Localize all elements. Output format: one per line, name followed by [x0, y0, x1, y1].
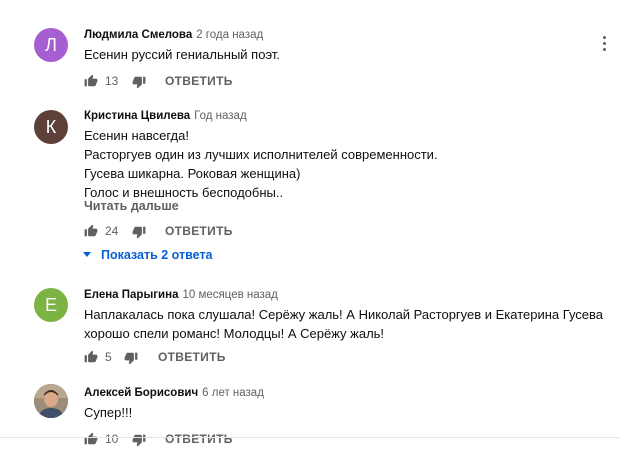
show-replies-button[interactable]: Показать 2 ответа: [83, 248, 213, 262]
dot: [602, 48, 606, 51]
comment-line: Есенин навсегда!: [84, 128, 189, 143]
like-count: 13: [105, 74, 119, 88]
author-name[interactable]: Алексей Борисович: [84, 387, 198, 399]
comment-actions: 24 ОТВЕТИТЬ: [84, 223, 284, 241]
comment-text: Наплакалась пока слушала! Серёжу жаль! А…: [84, 305, 603, 343]
thumbs-up-icon[interactable]: [84, 74, 98, 88]
comment-line: Наплакалась пока слушала! Серёжу жаль! А…: [84, 307, 604, 322]
timestamp[interactable]: Год назад: [194, 110, 247, 122]
comment-text: Есенин навсегда! Расторгуев один из лучш…: [84, 126, 438, 202]
thumbs-up-icon[interactable]: [84, 432, 98, 446]
avatar[interactable]: [34, 384, 68, 418]
caret-down-icon: [83, 252, 91, 258]
thumbs-up-icon[interactable]: [84, 350, 98, 364]
like-count: 10: [105, 432, 119, 446]
comment-header: Алексей Борисович 6 лет назад: [84, 387, 264, 399]
author-name[interactable]: Людмила Смелова: [84, 29, 192, 41]
comment-line: Расторгуев один из лучших исполнителей с…: [84, 147, 438, 162]
timestamp[interactable]: 6 лет назад: [202, 387, 264, 399]
comment-line: хорошо спели романс! Молодцы! А Серёжу ж…: [84, 326, 385, 341]
thumbs-down-icon[interactable]: [132, 225, 146, 239]
avatar[interactable]: К: [34, 110, 68, 144]
thumbs-down-icon[interactable]: [132, 433, 146, 447]
thumbs-down-icon[interactable]: [124, 351, 138, 365]
thumbs-up-icon[interactable]: [84, 224, 98, 238]
reply-button[interactable]: ОТВЕТИТЬ: [165, 74, 233, 88]
avatar[interactable]: Е: [34, 288, 68, 322]
comment-actions: 5 ОТВЕТИТЬ: [84, 349, 284, 367]
reply-button[interactable]: ОТВЕТИТЬ: [158, 350, 226, 364]
reply-button[interactable]: ОТВЕТИТЬ: [165, 432, 233, 446]
comment-header: Кристина Цвилева Год назад: [84, 110, 247, 122]
like-count: 5: [105, 350, 112, 364]
dot: [602, 36, 606, 39]
comment-header: Людмила Смелова 2 года назад: [84, 29, 263, 41]
divider: [0, 437, 620, 438]
timestamp[interactable]: 10 месяцев назад: [182, 289, 277, 301]
avatar-photo-icon: [34, 384, 68, 418]
author-name[interactable]: Елена Парыгина: [84, 289, 178, 301]
comment-text: Супер!!!: [84, 403, 132, 422]
comment-actions: 10 ОТВЕТИТЬ: [84, 431, 284, 449]
comment-line: Есенин руссий гениальный поэт.: [84, 47, 280, 62]
reply-button[interactable]: ОТВЕТИТЬ: [165, 224, 233, 238]
comment-menu-icon[interactable]: [601, 36, 607, 54]
comment-line: Супер!!!: [84, 405, 133, 420]
read-more-link[interactable]: Читать дальше: [84, 199, 179, 213]
like-count: 24: [105, 224, 119, 238]
timestamp[interactable]: 2 года назад: [196, 29, 263, 41]
comment-text: Есенин руссий гениальный поэт.: [84, 45, 280, 64]
comment-header: Елена Парыгина 10 месяцев назад: [84, 289, 278, 301]
show-replies-label: Показать 2 ответа: [101, 248, 213, 262]
thumbs-down-icon[interactable]: [132, 75, 146, 89]
author-name[interactable]: Кристина Цвилева: [84, 110, 190, 122]
comment-line: Гусева шикарна. Роковая женщина): [84, 166, 301, 181]
avatar[interactable]: Л: [34, 28, 68, 62]
dot: [602, 42, 606, 45]
comment-actions: 13 ОТВЕТИТЬ: [84, 73, 284, 91]
